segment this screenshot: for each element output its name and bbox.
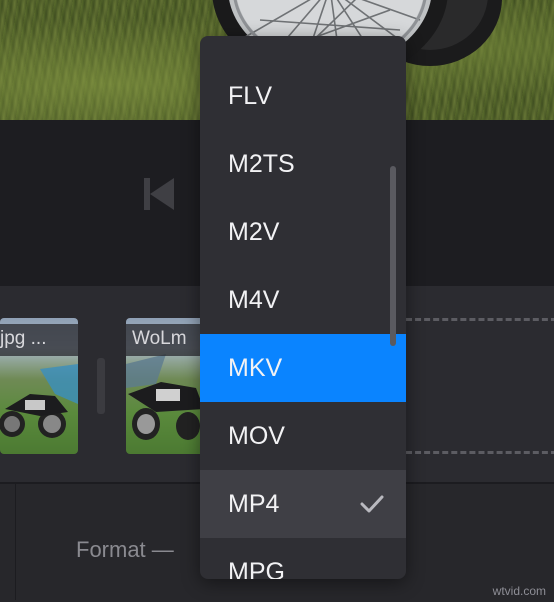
menu-item-label: MP4	[228, 490, 280, 518]
format-dropdown-menu[interactable]: FLV M2TS M2V M4V MKV MOV MP4 MPG	[200, 36, 406, 579]
dropdown-scrollbar[interactable]	[390, 166, 396, 346]
clip-thumbnail[interactable]: WoLm	[126, 318, 206, 454]
clip-name: WoLm	[126, 324, 206, 356]
clip-name: jpg ...	[0, 324, 78, 356]
motorcycle-image	[126, 354, 204, 440]
motorcycle-image	[0, 364, 78, 438]
menu-item-flv[interactable]: FLV	[200, 62, 406, 130]
format-label: Format —	[76, 537, 174, 562]
menu-item-m2ts[interactable]: M2TS	[200, 130, 406, 198]
watermark: wtvid.com	[492, 584, 546, 598]
divider	[15, 484, 16, 600]
clip-divider-handle[interactable]	[97, 358, 105, 414]
skip-previous-icon[interactable]	[142, 178, 176, 210]
menu-item-m2v[interactable]: M2V	[200, 198, 406, 266]
menu-item-mp4[interactable]: MP4	[200, 470, 406, 538]
menu-item-mkv[interactable]: MKV	[200, 334, 406, 402]
menu-item-mpg[interactable]: MPG	[200, 538, 406, 579]
clip-thumbnail[interactable]: jpg ...	[0, 318, 78, 454]
add-clip-dropzone[interactable]	[406, 318, 554, 454]
checkmark-icon	[360, 495, 384, 513]
menu-item-m4v[interactable]: M4V	[200, 266, 406, 334]
menu-item-mov[interactable]: MOV	[200, 402, 406, 470]
